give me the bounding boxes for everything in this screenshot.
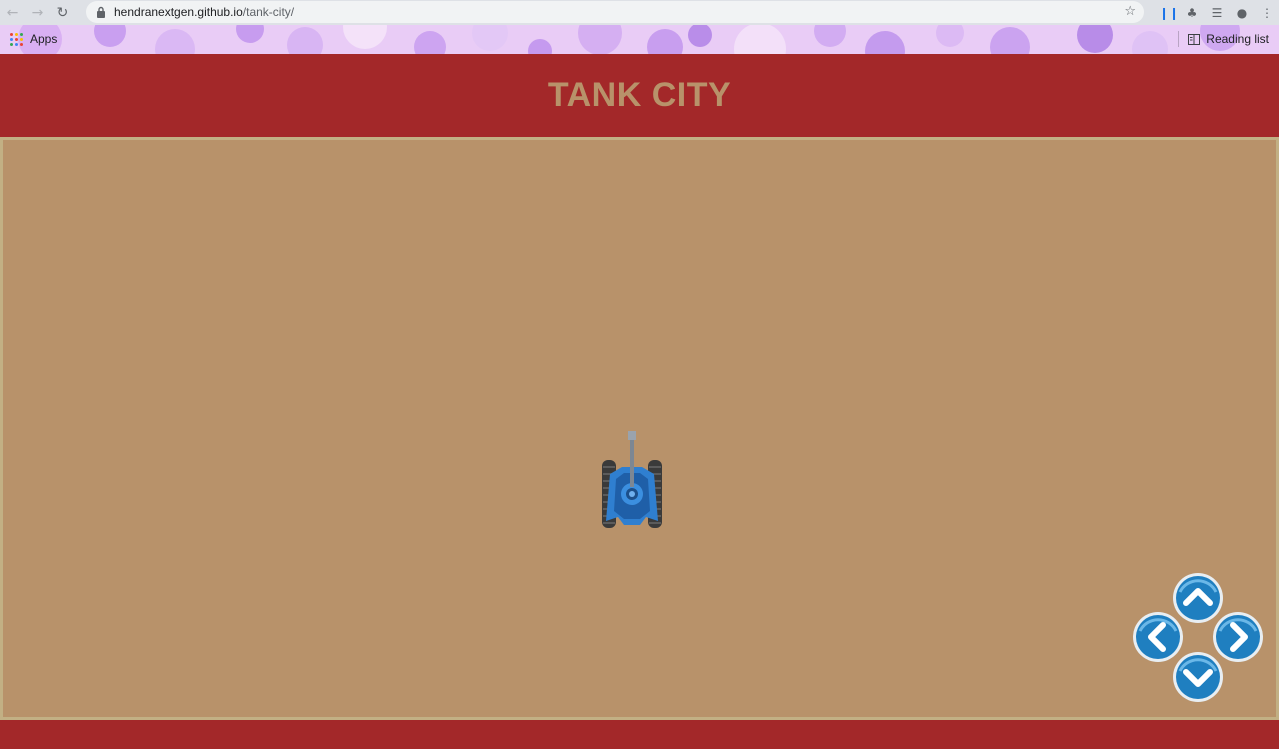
url-host: hendranextgen.github.io — [114, 5, 243, 19]
puzzle-icon[interactable]: ♣ — [1184, 6, 1200, 20]
kebab-menu-icon[interactable]: ⋮ — [1259, 6, 1275, 20]
page-header: TANK CITY — [0, 54, 1279, 137]
chevron-down-icon — [1173, 652, 1223, 702]
reading-list-icon — [1188, 33, 1201, 45]
bookmarks-bar-background — [18, 25, 1240, 54]
address-bar[interactable]: hendranextgen.github.io/tank-city/ ☆ — [86, 1, 1144, 23]
page-title: TANK CITY — [547, 76, 732, 114]
apps-label: Apps — [30, 32, 58, 46]
url-path: /tank-city/ — [242, 5, 295, 19]
reading-list-label: Reading list — [1206, 32, 1269, 46]
page-footer — [0, 720, 1279, 749]
profile-avatar-icon[interactable]: ● — [1234, 6, 1250, 20]
extension-toolbar: ❙❙ ♣ ☰ ● ⋮ — [1159, 0, 1275, 25]
reading-list-button[interactable]: Reading list — [1188, 32, 1269, 46]
apps-shortcut[interactable]: Apps — [10, 32, 57, 46]
bookmarks-bar: Apps Reading list — [0, 25, 1279, 54]
apps-grid-icon — [10, 32, 23, 46]
extension-audio-icon[interactable]: ❙❙ — [1159, 6, 1179, 20]
browser-toolbar: ← → ↻ hendranextgen.github.io/tank-city/… — [0, 0, 1279, 25]
lock-icon — [97, 6, 105, 18]
back-arrow-icon[interactable]: ← — [0, 0, 25, 25]
bookmarks-divider — [1178, 31, 1179, 47]
bookmark-star-icon[interactable]: ☆ — [1124, 4, 1136, 19]
media-queue-icon[interactable]: ☰ — [1209, 6, 1225, 20]
player-tank-icon — [602, 431, 662, 528]
down-arrow-button[interactable] — [1172, 651, 1224, 703]
reload-icon[interactable]: ↻ — [50, 0, 75, 25]
forward-arrow-icon[interactable]: → — [25, 0, 50, 25]
